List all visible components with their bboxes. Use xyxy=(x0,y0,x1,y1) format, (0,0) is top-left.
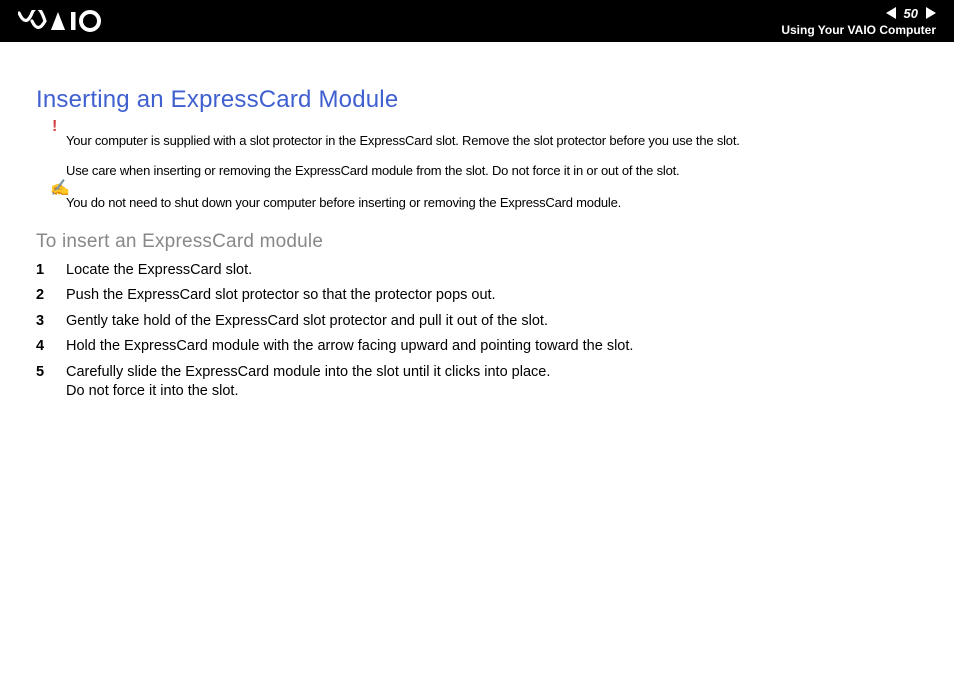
step-item: 3 Gently take hold of the ExpressCard sl… xyxy=(36,312,918,332)
vaio-logo xyxy=(18,10,108,32)
step-text: Push the ExpressCard slot protector so t… xyxy=(66,286,918,306)
section-subtitle: To insert an ExpressCard module xyxy=(36,231,918,253)
caution-icon: ! xyxy=(52,118,57,136)
page-content: Inserting an ExpressCard Module ! Your c… xyxy=(0,42,954,402)
step-text: Carefully slide the ExpressCard module i… xyxy=(66,363,918,402)
step-text: Locate the ExpressCard slot. xyxy=(66,261,918,281)
note-block: ✍ You do not need to shut down your comp… xyxy=(66,194,918,212)
step-number: 2 xyxy=(36,286,66,306)
step-text: Hold the ExpressCard module with the arr… xyxy=(66,337,918,357)
page-title: Inserting an ExpressCard Module xyxy=(36,86,918,114)
caution-text-1: Your computer is supplied with a slot pr… xyxy=(66,132,918,150)
step-item: 5 Carefully slide the ExpressCard module… xyxy=(36,363,918,402)
step-number: 4 xyxy=(36,337,66,357)
step-text: Gently take hold of the ExpressCard slot… xyxy=(66,312,918,332)
breadcrumb: Using Your VAIO Computer xyxy=(781,23,936,37)
header-bar: 50 Using Your VAIO Computer xyxy=(0,0,954,42)
step-number: 3 xyxy=(36,312,66,332)
page-nav: 50 xyxy=(886,6,936,21)
step-number: 5 xyxy=(36,363,66,402)
vaio-logo-svg xyxy=(18,10,108,32)
step-item: 2 Push the ExpressCard slot protector so… xyxy=(36,286,918,306)
prev-page-icon[interactable] xyxy=(886,7,896,19)
caution-block: ! Your computer is supplied with a slot … xyxy=(66,132,918,180)
steps-list: 1 Locate the ExpressCard slot. 2 Push th… xyxy=(36,261,918,402)
note-text: You do not need to shut down your comput… xyxy=(66,194,918,212)
page-number: 50 xyxy=(900,6,922,21)
next-page-icon[interactable] xyxy=(926,7,936,19)
note-icon: ✍ xyxy=(50,178,70,198)
step-item: 4 Hold the ExpressCard module with the a… xyxy=(36,337,918,357)
header-right: 50 Using Your VAIO Computer xyxy=(781,6,936,37)
step-item: 1 Locate the ExpressCard slot. xyxy=(36,261,918,281)
step-number: 1 xyxy=(36,261,66,281)
caution-text-2: Use care when inserting or removing the … xyxy=(66,162,918,180)
